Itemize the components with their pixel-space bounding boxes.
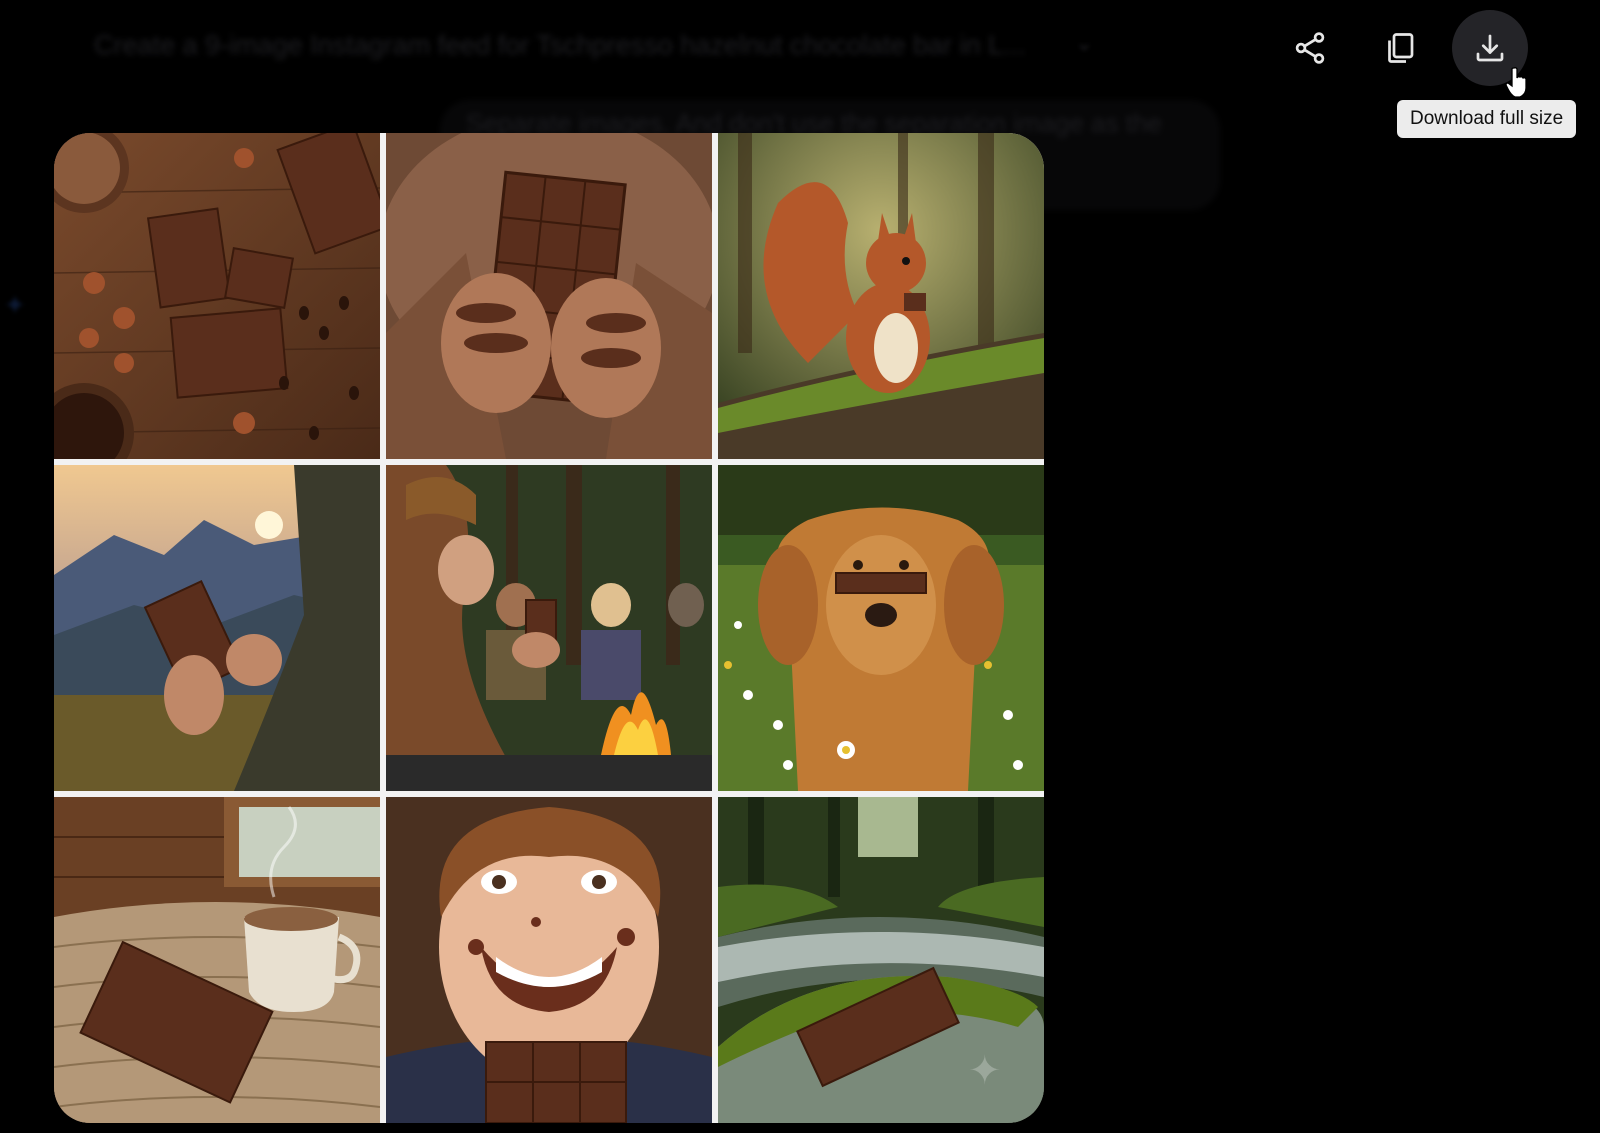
share-button[interactable] [1272, 10, 1348, 86]
grid-image-golden-retriever[interactable] [718, 465, 1044, 791]
grid-image-cabin-coffee[interactable] [54, 797, 380, 1123]
grid-image-mountain-sunset[interactable] [54, 465, 380, 791]
assistant-spark-icon: ✦ [4, 290, 26, 320]
grid-image-hands-chocolate[interactable] [386, 133, 712, 459]
image-toolbar [1295, 10, 1600, 86]
sparkle-watermark-icon: ✦ [968, 1049, 1002, 1093]
download-tooltip: Download full size [1397, 100, 1577, 138]
generated-image-grid[interactable] [54, 133, 1044, 1123]
download-icon [1476, 34, 1504, 62]
hand-cursor-icon [1506, 67, 1527, 98]
grid-image-chocolate-flatlay[interactable] [54, 133, 380, 459]
grid-image-squirrel[interactable] [718, 133, 1044, 459]
grid-image-campfire[interactable] [386, 465, 712, 791]
chevron-down-icon: ⌄ [1075, 30, 1094, 55]
copy-button[interactable] [1362, 10, 1438, 86]
grid-image-smiling-boy[interactable] [386, 797, 712, 1123]
conversation-prompt-title: Create a 9-image Instagram feed for Tsch… [94, 30, 1026, 60]
copy-icon [1388, 33, 1414, 63]
share-icon [1295, 32, 1325, 64]
